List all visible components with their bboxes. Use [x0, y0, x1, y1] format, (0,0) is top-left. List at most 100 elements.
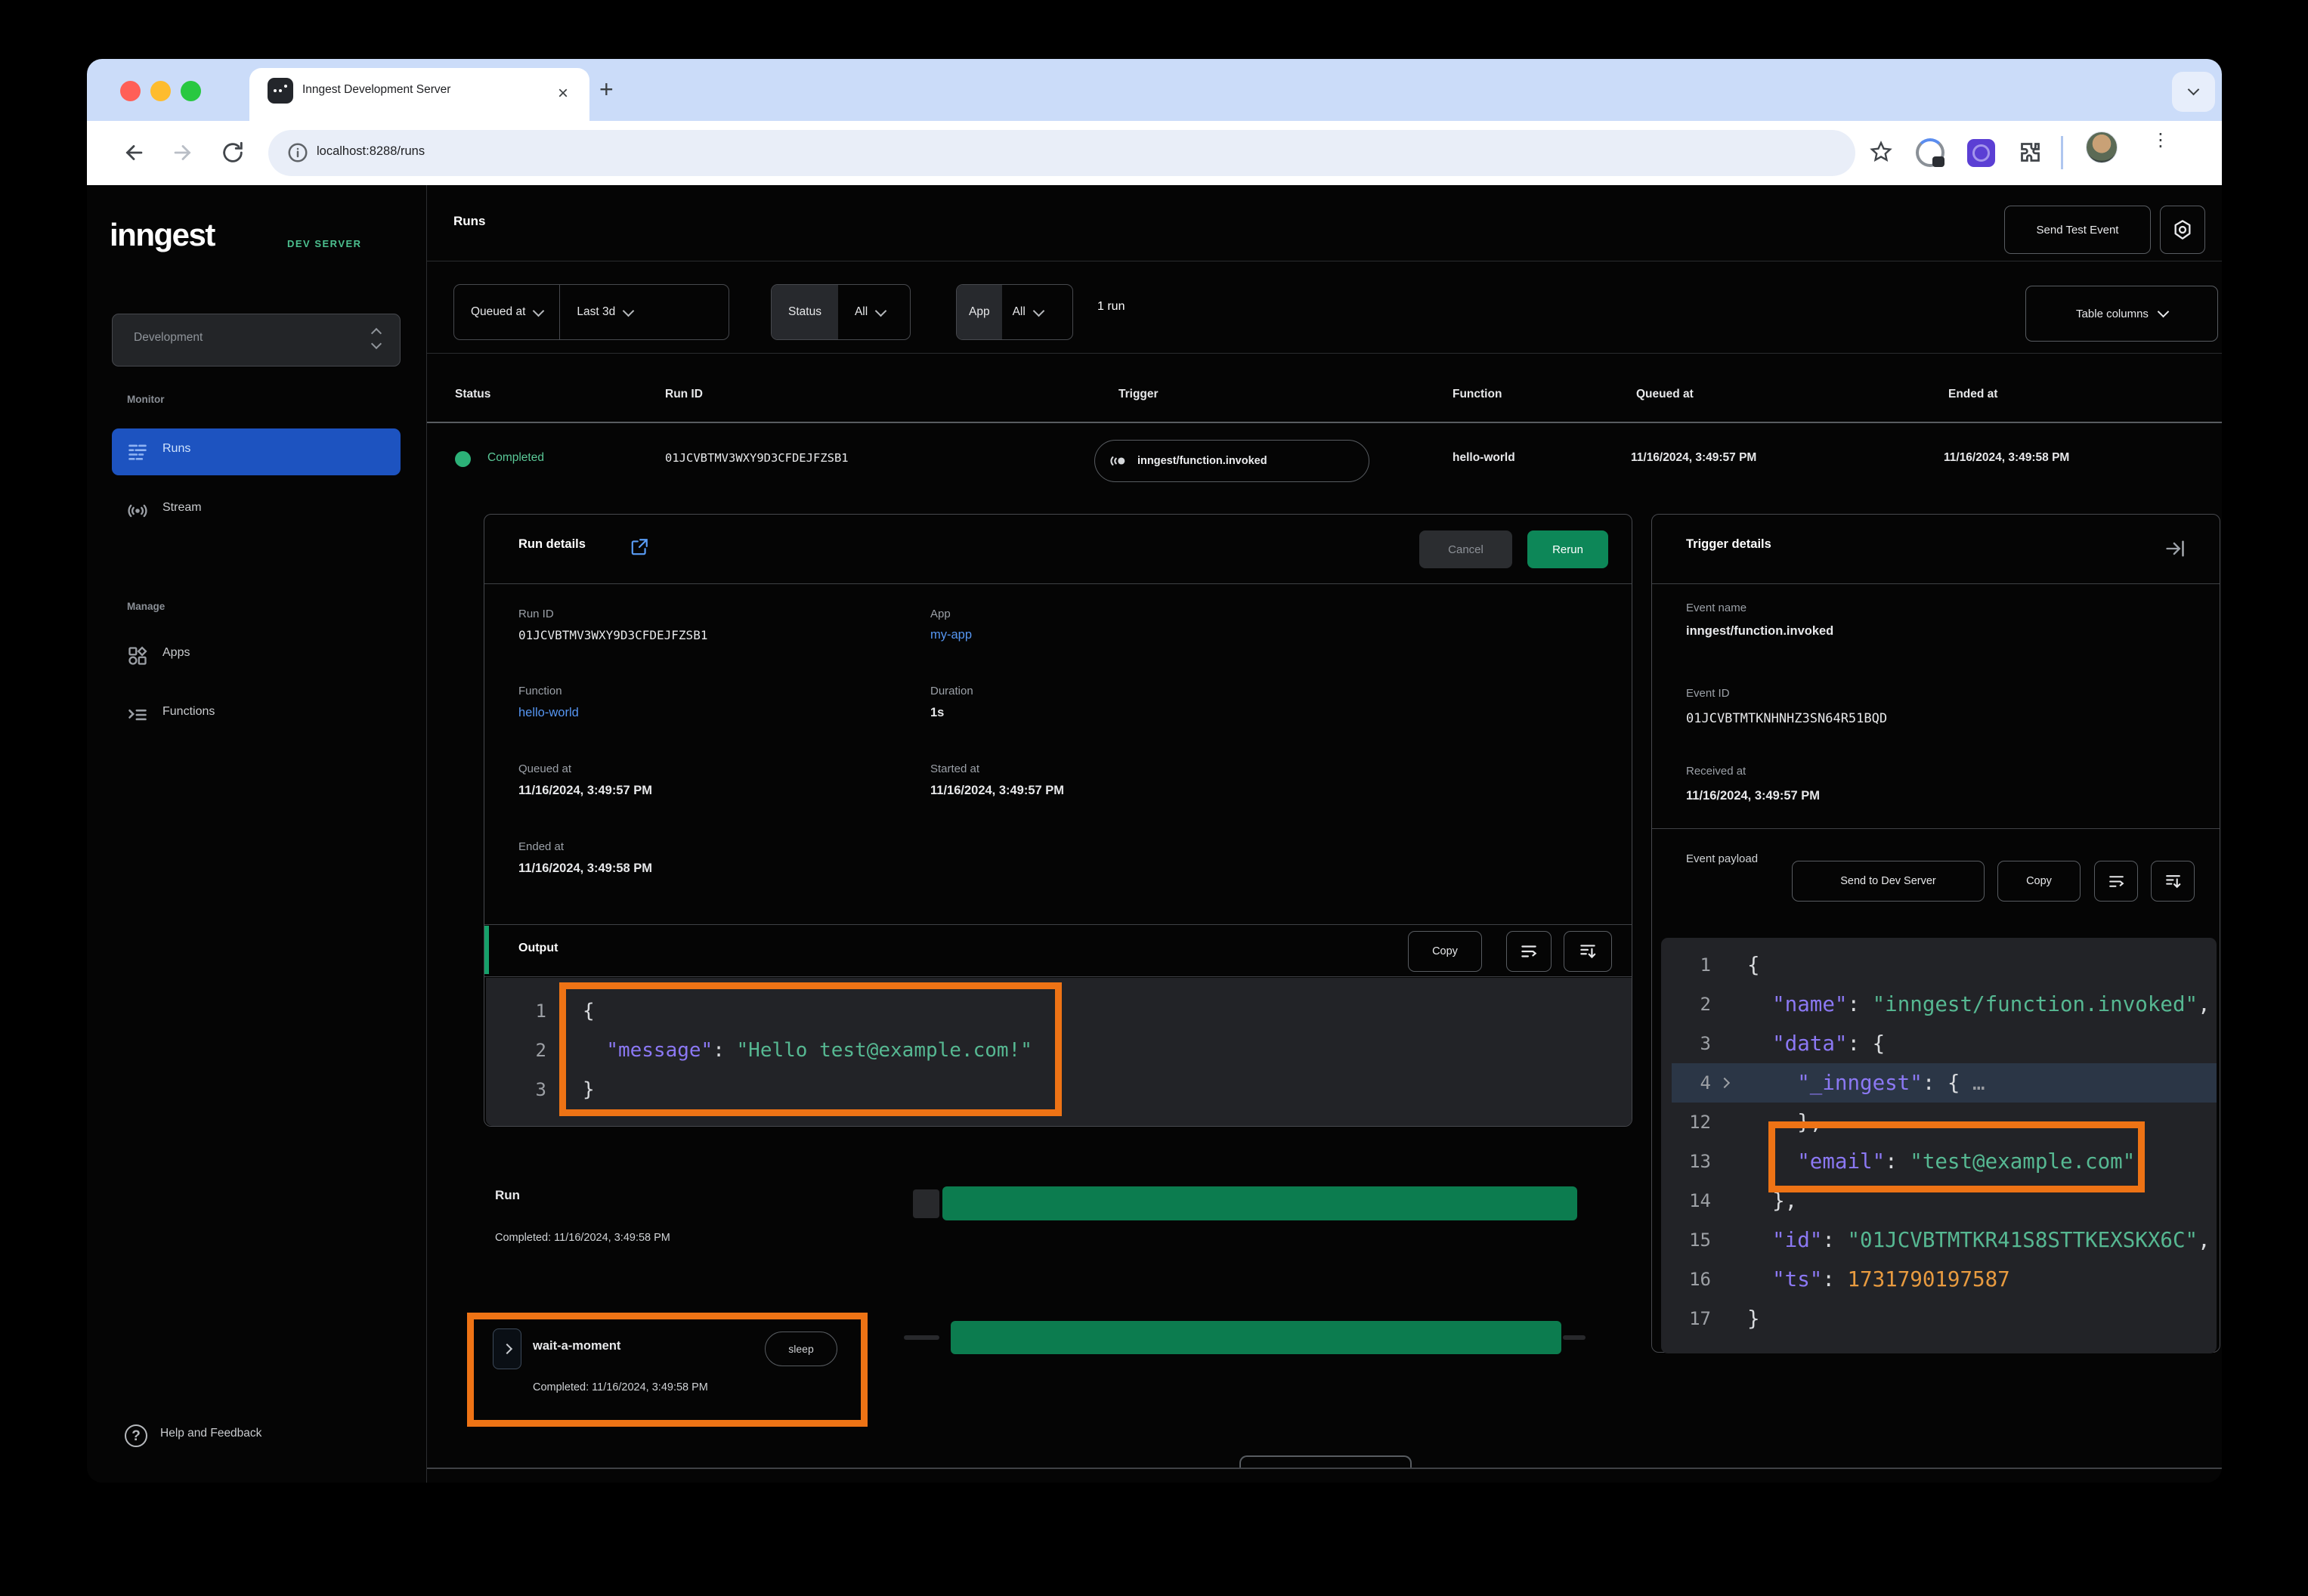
status-filter[interactable]: Status All [771, 284, 911, 340]
step-expand-button[interactable] [493, 1328, 521, 1369]
table-columns-button[interactable]: Table columns [2025, 286, 2218, 342]
password-manager-extension-icon[interactable] [1916, 138, 1944, 167]
queued-at-segment[interactable]: Queued at [454, 285, 559, 339]
payload-scroll-bottom-button[interactable] [2151, 861, 2195, 902]
scroll-bottom-icon [2164, 872, 2183, 891]
browser-menu-icon[interactable]: ⋮ [2152, 135, 2170, 147]
col-header-run-id[interactable]: Run ID [665, 388, 703, 401]
browser-tab[interactable]: Inngest Development Server × [249, 68, 589, 121]
purple-extension-icon[interactable] [1967, 139, 1995, 167]
url-text: localhost:8288/runs [317, 144, 425, 159]
payload-word-wrap-button[interactable] [2094, 861, 2138, 902]
forward-icon[interactable] [170, 140, 196, 165]
trigger-pill-label: inngest/function.invoked [1137, 455, 1267, 467]
back-icon[interactable] [121, 140, 147, 165]
line-number: 3 [501, 1079, 546, 1100]
step-kind-label: sleep [788, 1343, 813, 1355]
word-wrap-button[interactable] [1506, 931, 1552, 972]
traffic-minimize-button[interactable] [150, 81, 171, 101]
rerun-button[interactable]: Rerun [1527, 530, 1608, 568]
external-link-icon[interactable] [630, 537, 649, 557]
line-number: 17 [1672, 1308, 1711, 1329]
profile-avatar[interactable] [2086, 131, 2118, 163]
code-text: "ts": 1731790197587 [1747, 1267, 2010, 1291]
code-text: { [1747, 953, 1760, 977]
app-filter-value-segment[interactable]: All [1002, 285, 1053, 339]
environment-select[interactable]: Development [112, 314, 401, 367]
sidebar-item-functions-label: Functions [162, 705, 215, 719]
fold-chevron-icon[interactable] [1711, 1079, 1738, 1087]
trigger-pill[interactable]: inngest/function.invoked [1094, 440, 1369, 482]
run-details-title: Run details [518, 537, 586, 552]
field-label: Function [518, 685, 562, 697]
step-duration-bar[interactable] [951, 1321, 1561, 1354]
queued-at-filter[interactable]: Queued at Last 3d [453, 284, 729, 340]
field-value: 11/16/2024, 3:49:58 PM [518, 861, 652, 876]
collapse-panel-icon[interactable] [2164, 538, 2186, 559]
send-to-dev-server-button[interactable]: Send to Dev Server [1792, 861, 1985, 902]
field-value: 11/16/2024, 3:49:57 PM [930, 784, 1064, 798]
status-dot-icon [455, 451, 471, 467]
send-test-event-label: Send Test Event [2037, 224, 2119, 237]
payload-copy-button[interactable]: Copy [1997, 861, 2081, 902]
reload-icon[interactable] [220, 140, 246, 165]
traffic-close-button[interactable] [120, 81, 141, 101]
url-bar[interactable]: localhost:8288/runs [268, 130, 1855, 176]
send-test-event-button[interactable]: Send Test Event [2004, 206, 2151, 254]
sidebar-item-apps[interactable]: Apps [112, 633, 401, 679]
field-value: 11/16/2024, 3:49:57 PM [518, 784, 652, 798]
event-signal-icon [1109, 451, 1128, 471]
line-number: 14 [1672, 1190, 1711, 1211]
col-header-status[interactable]: Status [455, 388, 490, 401]
code-text: "name": "inngest/function.invoked", [1747, 992, 2211, 1016]
tab-close-icon[interactable]: × [558, 81, 568, 107]
timeline-run-completed: Completed: 11/16/2024, 3:49:58 PM [495, 1232, 670, 1244]
scroll-to-bottom-button[interactable] [1564, 931, 1612, 972]
step-name[interactable]: wait-a-moment [533, 1339, 620, 1353]
line-number: 16 [1672, 1269, 1711, 1290]
field-label: Queued at [518, 762, 571, 775]
sidebar-item-runs-label: Runs [162, 442, 190, 456]
sidebar-item-functions[interactable]: Functions [112, 691, 401, 738]
app-link[interactable]: my-app [930, 628, 972, 642]
extensions-puzzle-icon[interactable] [2018, 140, 2043, 165]
cancel-label: Cancel [1448, 543, 1483, 556]
code-text: }, [1747, 1110, 1822, 1134]
output-copy-button[interactable]: Copy [1408, 931, 1482, 972]
status-filter-label-segment: Status [772, 285, 838, 339]
sidebar: inngest DEV SERVER Development Monitor R… [87, 185, 427, 1483]
settings-gear-button[interactable] [2160, 206, 2205, 254]
scroll-bottom-icon [1578, 942, 1598, 961]
sidebar-item-stream[interactable]: Stream [112, 487, 401, 534]
new-tab-button[interactable]: + [599, 77, 614, 101]
row-status: Completed [487, 451, 544, 465]
environment-select-value: Development [134, 331, 203, 345]
time-range-segment[interactable]: Last 3d [560, 285, 649, 339]
sidebar-item-runs[interactable]: Runs [112, 428, 401, 475]
site-info-icon[interactable] [286, 141, 309, 164]
code-line: 2 "name": "inngest/function.invoked", [1672, 985, 2217, 1024]
bookmark-star-icon[interactable] [1869, 140, 1893, 164]
code-line: 16 "ts": 1731790197587 [1672, 1260, 2217, 1299]
app-filter[interactable]: App All [956, 284, 1073, 340]
help-and-feedback-link[interactable]: Help and Feedback [160, 1427, 261, 1440]
col-header-queued[interactable]: Queued at [1636, 388, 1694, 401]
col-header-ended[interactable]: Ended at [1948, 388, 1997, 401]
col-header-trigger[interactable]: Trigger [1118, 388, 1159, 401]
cancel-button[interactable]: Cancel [1419, 530, 1512, 568]
browser-toolbar: localhost:8288/runs ⋮ [87, 121, 2222, 185]
chevron-down-icon [2158, 306, 2170, 318]
field-label: App [930, 608, 951, 620]
search-tabs-button[interactable] [2172, 72, 2215, 112]
run-duration-bar[interactable] [942, 1186, 1577, 1220]
status-filter-value-segment[interactable]: All [838, 285, 902, 339]
traffic-zoom-button[interactable] [181, 81, 201, 101]
code-text: } [1747, 1307, 1760, 1331]
inngest-favicon-icon [268, 78, 293, 104]
code-text: "id": "01JCVBTMTKR41S8STTKEXSKX6C", [1747, 1228, 2211, 1252]
send-to-dev-server-label: Send to Dev Server [1840, 875, 1936, 887]
field-label: Event ID [1686, 687, 1730, 700]
function-link[interactable]: hello-world [518, 706, 579, 720]
timeline-run-label[interactable]: Run [495, 1188, 520, 1203]
col-header-function[interactable]: Function [1453, 388, 1502, 401]
